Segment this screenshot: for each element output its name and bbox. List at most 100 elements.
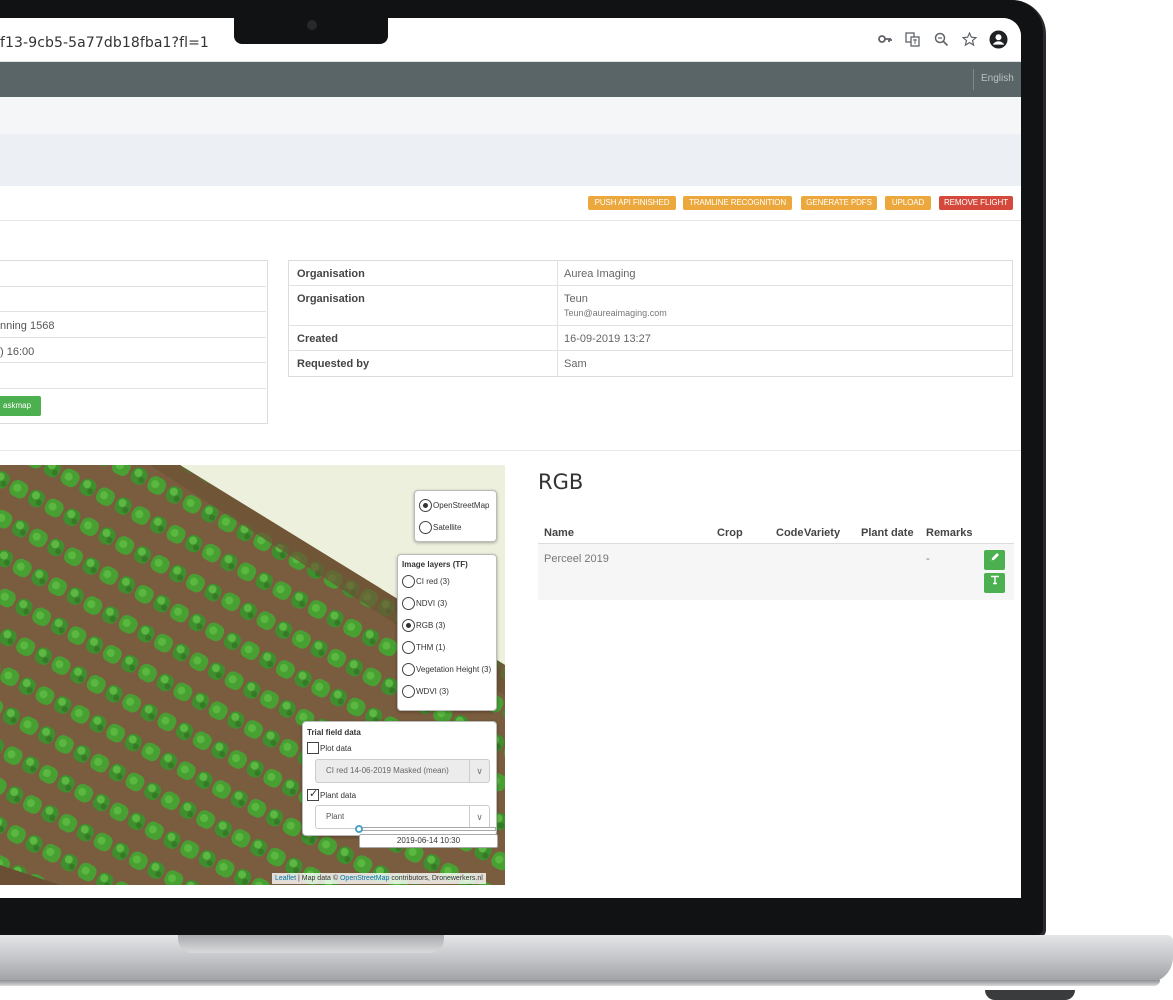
page-title-bar xyxy=(0,134,1021,186)
radio-icon[interactable] xyxy=(402,597,415,610)
account-icon[interactable] xyxy=(989,30,1008,53)
generate-pdfs-button[interactable]: GENERATE PDFS xyxy=(801,196,877,210)
trial-field-data-title: Trial field data xyxy=(307,728,361,737)
plant-data-select[interactable]: Plant ∨ xyxy=(315,805,490,829)
openstreetmap-link[interactable]: OpenStreetMap xyxy=(340,875,389,882)
table-row: Perceel 2019 - xyxy=(538,544,1014,600)
browser-address-bar[interactable]: f13-9cb5-5a77db18fba1?fl=1 xyxy=(0,18,1021,62)
key-icon[interactable] xyxy=(878,32,892,50)
star-icon[interactable] xyxy=(961,31,978,51)
laptop-base xyxy=(0,935,1173,983)
time-slider-track[interactable] xyxy=(358,827,496,831)
column-code: Code xyxy=(776,527,804,539)
text-icon xyxy=(990,575,999,585)
column-variety: Variety xyxy=(804,527,841,539)
leaflet-link[interactable]: Leaflet xyxy=(275,875,296,882)
base-layer-openstreetmap[interactable]: OpenStreetMap xyxy=(419,499,489,512)
image-layer-thm[interactable]: THM (1) xyxy=(402,641,445,654)
radio-icon[interactable] xyxy=(419,521,432,534)
edit-button[interactable] xyxy=(984,550,1005,570)
organisation-table: Organisation Aurea Imaging Organisation … xyxy=(288,260,1013,377)
select-value: CI red 14-06-2019 Masked (mean) xyxy=(326,766,449,775)
translate-icon[interactable] xyxy=(905,32,920,51)
layer-label: THM (1) xyxy=(416,643,446,652)
table-row: nning 1568 xyxy=(0,312,266,338)
top-navbar: English xyxy=(0,62,1021,97)
created-label: Created xyxy=(297,333,338,345)
action-bar: PUSH API FINISHED TRAMLINE RECOGNITION G… xyxy=(0,186,1021,221)
base-layer-control: OpenStreetMap Satellite xyxy=(414,490,497,542)
requested-by-label: Requested by xyxy=(297,358,370,370)
chevron-down-icon: ∨ xyxy=(469,760,489,782)
table-row: Organisation Teun Teun@aureaimaging.com xyxy=(289,286,1012,326)
radio-selected-icon[interactable] xyxy=(402,619,415,632)
organisation-value: Aurea Imaging xyxy=(564,268,636,280)
layer-label: CI red (3) xyxy=(416,577,450,586)
time-slider-handle[interactable] xyxy=(355,825,363,833)
section-divider xyxy=(0,450,1021,451)
image-layer-control: Image layers (TF) CI red (3) NDVI (3) RG… xyxy=(397,554,497,711)
image-layer-ci-red[interactable]: CI red (3) xyxy=(402,575,450,588)
image-layer-wdvi[interactable]: WDVI (3) xyxy=(402,685,449,698)
table-row xyxy=(0,261,266,287)
trial-field-data-control: Trial field data Plot data CI red 14-06-… xyxy=(302,721,497,836)
checkbox-icon[interactable] xyxy=(307,742,319,754)
laptop-base-shadow xyxy=(0,980,1160,986)
remove-flight-button[interactable]: REMOVE FLIGHT xyxy=(939,196,1013,210)
requested-by-value: Sam xyxy=(564,358,587,370)
rgb-section-title: RGB xyxy=(538,470,584,494)
laptop-foot xyxy=(985,990,1075,1000)
upload-button[interactable]: UPLOAD xyxy=(885,196,931,210)
screen: f13-9cb5-5a77db18fba1?fl=1 English PUSH … xyxy=(0,18,1021,898)
plot-data-toggle[interactable]: Plot data xyxy=(307,742,352,754)
column-plant-date: Plant date xyxy=(861,527,914,539)
attribution-text: | Map data © xyxy=(296,875,340,882)
base-layer-satellite[interactable]: Satellite xyxy=(419,521,461,534)
checkbox-checked-icon[interactable] xyxy=(307,787,319,801)
radio-icon[interactable] xyxy=(402,575,415,588)
column-remarks: Remarks xyxy=(926,527,973,539)
field-remarks: - xyxy=(926,553,930,565)
table-row: Requested by Sam xyxy=(289,351,1012,376)
contact-name: Teun xyxy=(564,293,588,305)
zoom-icon[interactable] xyxy=(934,32,949,51)
column-divider xyxy=(557,351,558,376)
image-layer-vegetation-height[interactable]: Vegetation Height (3) xyxy=(402,663,491,676)
plot-data-select[interactable]: CI red 14-06-2019 Masked (mean) ∨ xyxy=(315,759,490,783)
breadcrumb-bar xyxy=(0,97,1021,134)
organisation-label: Organisation xyxy=(297,293,365,305)
table-header: Name Crop Code Variety Plant date Remark… xyxy=(538,522,1014,544)
radio-icon[interactable] xyxy=(402,663,415,676)
chevron-down-icon: ∨ xyxy=(469,806,489,828)
pencil-icon xyxy=(991,553,999,561)
contact-email[interactable]: Teun@aureaimaging.com xyxy=(564,308,667,318)
radio-icon[interactable] xyxy=(402,685,415,698)
image-layers-title: Image layers (TF) xyxy=(402,560,468,569)
radio-selected-icon[interactable] xyxy=(419,499,432,512)
row-value: ) 16:00 xyxy=(0,346,35,358)
taskmap-button[interactable]: askmap xyxy=(0,396,41,416)
tramline-recognition-button[interactable]: TRAMLINE RECOGNITION xyxy=(683,196,792,210)
field-name: Perceel 2019 xyxy=(544,553,609,565)
map-attribution: Leaflet | Map data © OpenStreetMap contr… xyxy=(272,873,486,884)
url-text[interactable]: f13-9cb5-5a77db18fba1?fl=1 xyxy=(0,35,209,51)
layer-label: NDVI (3) xyxy=(416,599,448,608)
layer-label: RGB (3) xyxy=(416,621,446,630)
column-divider xyxy=(557,326,558,350)
radio-icon[interactable] xyxy=(402,641,415,654)
image-layer-rgb[interactable]: RGB (3) xyxy=(402,619,445,632)
checkbox-label: Plot data xyxy=(320,743,352,753)
checkbox-label: Plant data xyxy=(320,790,357,800)
layer-label: Satellite xyxy=(433,523,462,532)
image-layer-ndvi[interactable]: NDVI (3) xyxy=(402,597,447,610)
table-row: ) 16:00 xyxy=(0,338,266,363)
text-button[interactable] xyxy=(984,573,1005,593)
push-api-finished-button[interactable]: PUSH API FINISHED xyxy=(588,196,676,210)
laptop-opening-notch xyxy=(178,935,444,953)
field-map[interactable]: OpenStreetMap Satellite Image layers (TF… xyxy=(0,465,505,885)
language-selector[interactable]: English xyxy=(981,73,1014,84)
plant-data-toggle[interactable]: Plant data xyxy=(307,787,357,801)
column-divider xyxy=(557,286,558,325)
attribution-text: contributors, Dronewerkers.nl xyxy=(389,875,483,882)
layer-label: WDVI (3) xyxy=(416,687,449,696)
